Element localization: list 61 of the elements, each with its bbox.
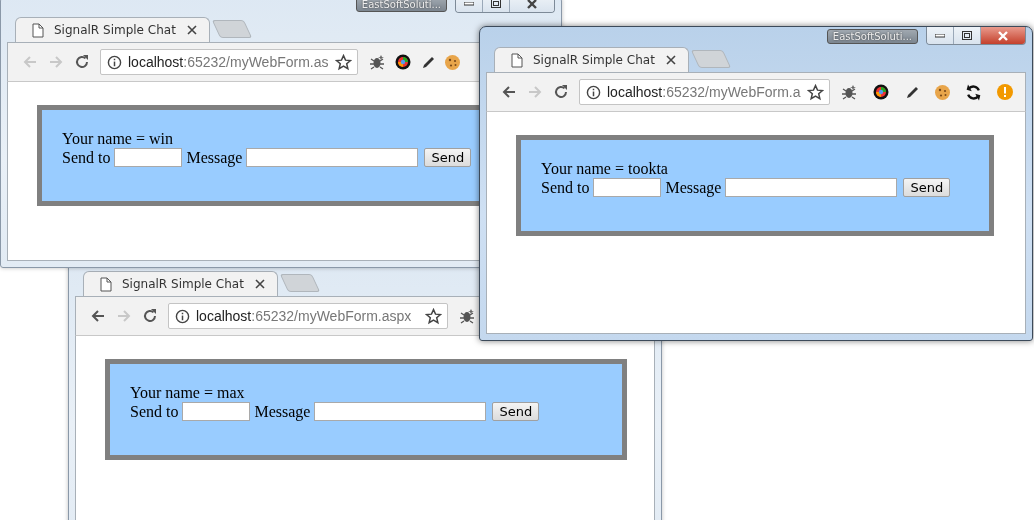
back-icon[interactable] [501,84,517,100]
minimize-icon [935,33,945,38]
sync-icon[interactable] [964,83,982,101]
maximize-button[interactable] [483,0,510,12]
reload-icon[interactable] [142,308,158,324]
info-icon [107,54,122,70]
field-label: Message [254,402,311,421]
close-icon[interactable] [255,279,265,289]
page-icon [32,22,44,38]
bug-icon[interactable] [458,307,476,325]
send-to-field[interactable] [114,148,183,167]
close-icon[interactable] [187,25,197,35]
colorful-ball-icon[interactable] [871,83,890,101]
address-field[interactable]: localhost:65232/myWebForm.as [100,49,358,75]
field-label: Send to [130,402,179,421]
star-icon[interactable] [334,53,352,71]
send-to-field[interactable] [593,178,662,197]
send-button[interactable]: Send [492,402,540,421]
close-icon[interactable] [666,55,676,65]
field-label: Send to [541,178,590,197]
bug-icon[interactable] [839,83,858,101]
field-label: Message [665,178,722,197]
page-icon [100,276,112,292]
message-field[interactable] [246,148,419,167]
message-field[interactable] [314,402,487,421]
cookie-icon[interactable] [443,53,461,71]
close-button[interactable] [510,0,554,12]
bug-icon[interactable] [367,53,386,71]
browser-tab[interactable]: SignalR Simple Chat [83,271,278,296]
reload-icon[interactable] [553,84,569,100]
maximize-button[interactable] [954,27,981,44]
maximize-icon [491,0,501,8]
star-icon[interactable] [806,83,824,101]
maximize-icon [962,31,972,40]
cookie-icon[interactable] [933,83,951,101]
colorful-ball-icon[interactable] [393,53,412,71]
name-text: Your name = win [62,130,174,148]
send-to-field[interactable] [182,402,251,421]
name-text: Your name = tookta [541,160,669,178]
taskbar-label: EastSoftSoluti... [355,0,447,12]
minimize-icon [464,1,474,6]
message-field[interactable] [725,178,898,197]
send-button[interactable]: Send [424,148,472,167]
field-label: Send to [62,148,111,167]
star-icon[interactable] [425,307,442,325]
browser-tab[interactable]: SignalR Simple Chat [15,17,210,42]
name-text: Your name = max [130,384,246,402]
close-icon [997,30,1009,41]
reload-icon[interactable] [74,54,90,70]
address-field[interactable]: localhost:65232/myWebForm.aspx [168,303,448,329]
info-icon [586,84,601,100]
close-icon [526,0,538,9]
close-button[interactable] [981,27,1025,44]
browser-tab[interactable]: SignalR Simple Chat [494,47,689,72]
send-button[interactable]: Send [903,178,951,197]
field-label: Message [186,148,243,167]
back-icon[interactable] [90,308,106,324]
page-icon [511,52,523,68]
address-field[interactable]: localhost:65232/myWebForm.a [579,79,830,105]
taskbar-label: EastSoftSoluti... [826,29,918,44]
info-icon [175,308,190,324]
